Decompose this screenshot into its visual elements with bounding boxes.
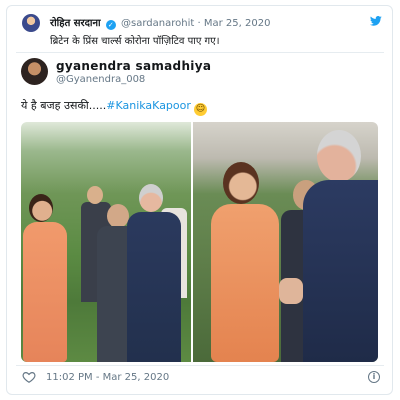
prince-head [139, 184, 163, 212]
quoted-avatar[interactable] [22, 14, 40, 32]
separator-dot: · [197, 18, 201, 29]
quoted-header: रोहित सरदाना ✓ @sardanarohit · Mar 25, 2… [50, 15, 270, 30]
footer-divider [16, 365, 384, 366]
photo-left[interactable] [21, 122, 191, 362]
user-display-name[interactable]: gyanendra samadhiya [56, 59, 211, 73]
woman-head [223, 162, 259, 204]
verified-badge-icon: ✓ [105, 20, 116, 30]
prince-navy-suit [303, 180, 378, 362]
background-guest-head [87, 186, 103, 204]
quoted-display-name[interactable]: रोहित सरदाना [50, 18, 101, 29]
tweet-timestamp[interactable]: 11:02 PM - Mar 25, 2020 [46, 372, 169, 383]
man-head [107, 204, 129, 228]
tweet-text: ये है बजह उसकी.....#KanikaKapoor ☺ [21, 98, 207, 116]
tweet-text-prefix: ये है बजह उसकी..... [21, 99, 107, 112]
woman-orange-dress [211, 204, 279, 362]
woman-orange-dress [23, 222, 67, 362]
quoted-date[interactable]: Mar 25, 2020 [204, 18, 271, 29]
woman-head [29, 194, 53, 222]
prince-head [317, 130, 361, 182]
user-avatar[interactable] [21, 58, 48, 85]
quoted-handle[interactable]: @sardanarohit [121, 18, 194, 29]
tweet-media[interactable] [21, 122, 378, 362]
twitter-bird-icon[interactable] [370, 16, 382, 26]
quote-divider [16, 52, 384, 53]
heart-icon[interactable] [22, 370, 36, 384]
hand-with-glass [279, 278, 303, 304]
quoted-tweet-text: ब्रिटेन के प्रिंस चार्ल्स कोरोना पॉज़िटि… [50, 36, 220, 47]
smiley-emoji-icon: ☺ [193, 103, 207, 116]
photo-right[interactable] [193, 122, 378, 362]
prince-navy-suit [127, 212, 181, 362]
info-icon[interactable]: i [368, 371, 380, 383]
user-handle[interactable]: @Gyanendra_008 [56, 74, 145, 85]
hashtag-link[interactable]: #KanikaKapoor [106, 99, 191, 112]
